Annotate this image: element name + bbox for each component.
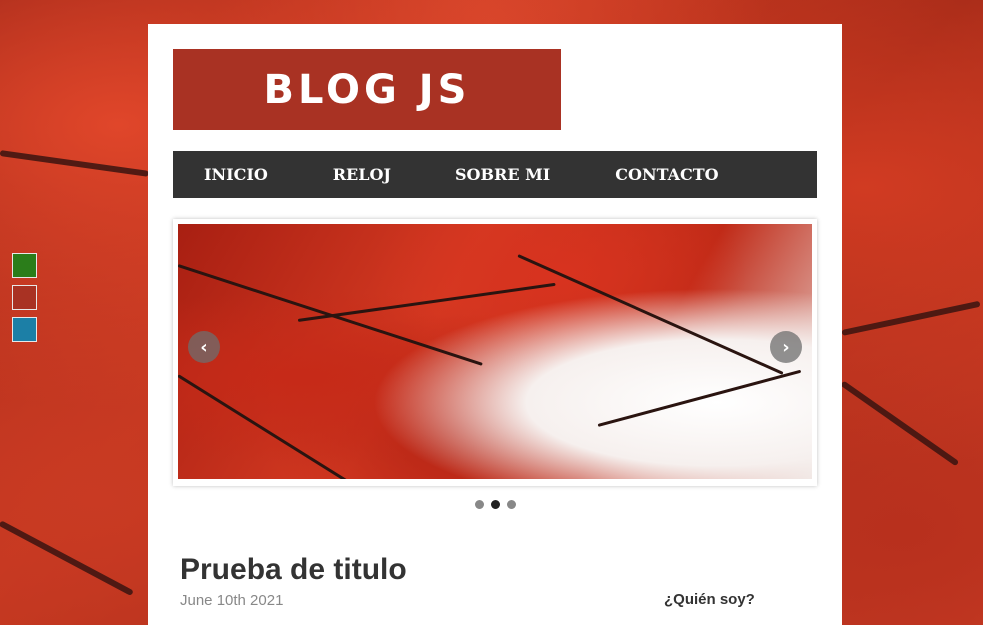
slide-branch: [297, 282, 556, 322]
background-branch: [840, 380, 960, 467]
nav-item-contacto[interactable]: CONTACTO: [615, 165, 718, 184]
slide-branch: [517, 254, 784, 375]
slider-next-button[interactable]: ›: [770, 331, 802, 363]
slider-dot-active[interactable]: [490, 500, 500, 509]
slide-branch: [178, 374, 374, 479]
slider-prev-button[interactable]: ‹: [188, 331, 220, 363]
main-nav: INICIO RELOJ SOBRE MI CONTACTO: [173, 151, 817, 198]
slider-dot[interactable]: [506, 500, 516, 509]
nav-item-inicio[interactable]: INICIO: [204, 165, 268, 184]
slider-dot[interactable]: [474, 500, 484, 509]
background-branch: [841, 300, 981, 336]
post-title[interactable]: Prueba de titulo: [180, 553, 407, 587]
image-slider: ‹ ›: [173, 219, 817, 486]
theme-swatch-green[interactable]: [12, 253, 37, 278]
site-logo[interactable]: BLOG JS: [173, 49, 561, 130]
chevron-right-icon: ›: [782, 336, 790, 358]
slide-image: [178, 224, 812, 479]
nav-item-reloj[interactable]: RELOJ: [333, 165, 391, 184]
background-branch: [0, 150, 149, 177]
post-date: June 10th 2021: [180, 592, 284, 609]
page-container: BLOG JS INICIO RELOJ SOBRE MI CONTACTO ‹…: [148, 24, 842, 625]
logo-text: BLOG JS: [263, 66, 471, 113]
background-branch: [0, 520, 134, 597]
slide-branch: [597, 369, 802, 427]
slider-dots: [148, 500, 842, 509]
theme-swatch-blue[interactable]: [12, 317, 37, 342]
theme-switcher: [12, 253, 40, 349]
chevron-left-icon: ‹: [200, 336, 208, 358]
nav-item-sobre-mi[interactable]: SOBRE MI: [455, 165, 550, 184]
sidebar-title: ¿Quién soy?: [664, 591, 755, 608]
theme-swatch-red[interactable]: [12, 285, 37, 310]
